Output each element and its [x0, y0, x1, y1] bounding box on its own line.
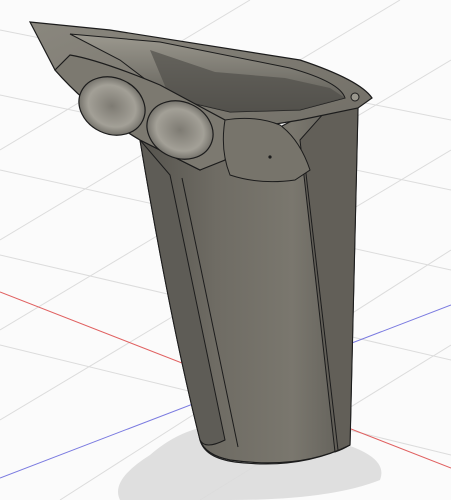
3d-viewport[interactable]	[0, 0, 451, 500]
mount-hole-small	[350, 92, 360, 102]
fillet-point	[268, 155, 272, 159]
model-canvas[interactable]	[0, 0, 451, 500]
